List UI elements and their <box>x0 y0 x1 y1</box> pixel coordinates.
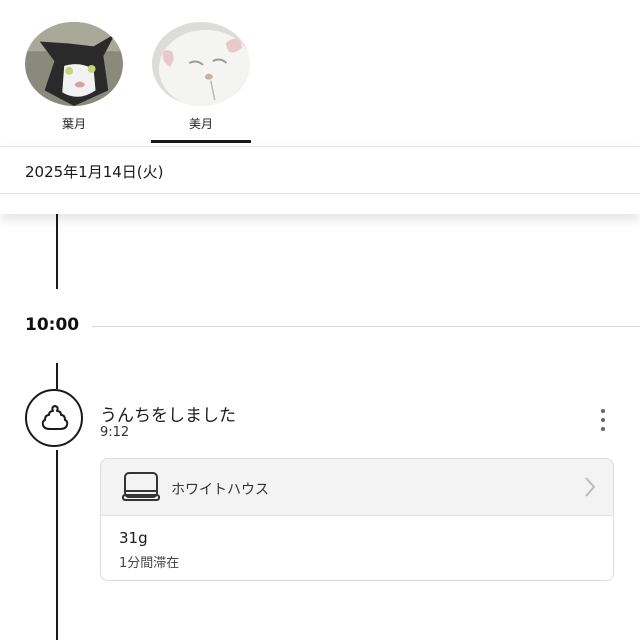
date-header: 2025年1月14日(火) <box>0 144 640 214</box>
weight-value: 31g <box>119 529 148 547</box>
cat-avatar-mizuki <box>152 22 250 106</box>
poop-icon <box>41 405 69 430</box>
cat-name-label: 美月 <box>188 117 213 131</box>
more-options-button[interactable] <box>592 406 614 434</box>
litter-box-name: ホワイトハウス <box>171 482 269 498</box>
timeline-line <box>56 214 58 289</box>
timeline-line <box>56 363 58 389</box>
cat-tab-mizuki[interactable]: 美月 <box>149 0 253 144</box>
more-dot <box>601 409 605 413</box>
litter-box-icon <box>122 472 160 501</box>
litter-box-link[interactable]: ホワイトハウス <box>101 459 613 516</box>
chevron-right-icon <box>585 477 596 497</box>
stay-duration: 1分間滞在 <box>119 556 180 571</box>
current-date: 2025年1月14日(火) <box>25 163 164 181</box>
hour-divider <box>92 326 640 327</box>
cat-selector: 葉月 美月 <box>0 0 640 144</box>
event-time: 9:12 <box>100 425 130 440</box>
date-row[interactable]: 2025年1月14日(火) <box>0 146 640 194</box>
active-tab-indicator <box>151 140 251 143</box>
poop-event-icon-circle <box>25 389 83 447</box>
timeline-line <box>56 450 58 640</box>
more-dot <box>601 418 605 422</box>
event-title: うんちをしました <box>100 406 236 426</box>
timeline-hour-label: 10:00 <box>25 315 80 335</box>
cat-tab-hazuki[interactable]: 葉月 <box>22 0 126 144</box>
more-dot <box>601 427 605 431</box>
cat-name-label: 葉月 <box>61 117 86 131</box>
cat-avatar-hazuki <box>25 22 123 106</box>
litter-record-card: ホワイトハウス 31g 1分間滞在 <box>100 458 614 581</box>
